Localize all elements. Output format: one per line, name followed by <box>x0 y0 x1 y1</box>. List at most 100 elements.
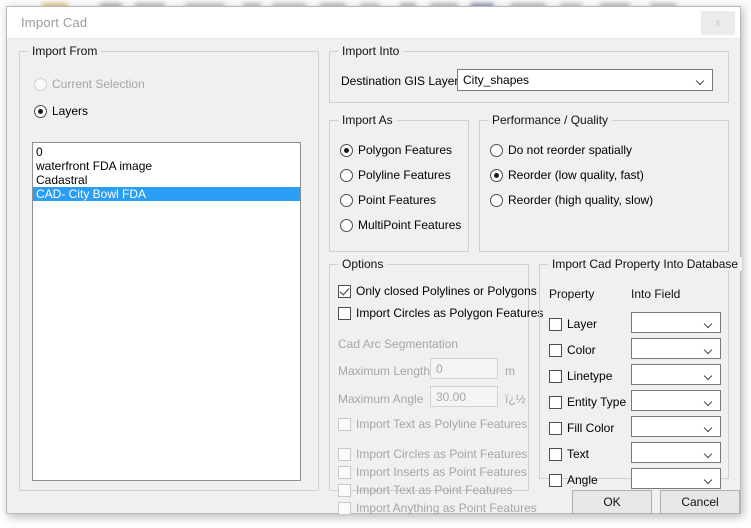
radio-label: Polyline Features <box>358 168 451 182</box>
import-as-group: Import As Polygon Features Polyline Feat… <box>329 113 469 252</box>
performance-quality-group: Performance / Quality Do not reorder spa… <box>479 113 729 252</box>
field-select-fill-color[interactable] <box>631 416 721 437</box>
dialog-titlebar: Import Cad x <box>7 7 740 39</box>
checkbox-icon <box>338 501 351 515</box>
property-label: Angle <box>567 473 598 487</box>
check-label: Import Circles as Polygon Features <box>356 306 544 320</box>
checkbox-icon <box>549 369 562 383</box>
checkbox-icon <box>549 421 562 435</box>
checkbox-icon <box>338 483 351 497</box>
radio-multipoint-features[interactable]: MultiPoint Features <box>340 218 461 232</box>
layers-listbox[interactable]: 0 waterfront FDA image Cadastral CAD- Ci… <box>32 142 301 481</box>
check-label: Only closed Polylines or Polygons <box>356 284 537 298</box>
chevron-down-icon <box>705 321 713 326</box>
property-label: Layer <box>567 317 598 331</box>
maximum-length-unit: m <box>505 364 515 378</box>
chevron-down-icon <box>705 347 713 352</box>
chevron-down-icon <box>705 477 713 482</box>
checkbox-icon <box>549 473 562 487</box>
cancel-button[interactable]: Cancel <box>660 490 740 514</box>
field-select-text[interactable] <box>631 442 721 463</box>
property-mapping-group: Import Cad Property Into Database Proper… <box>539 257 743 489</box>
checkbox-icon <box>338 284 351 298</box>
chevron-down-icon <box>705 399 713 404</box>
check-property-linetype[interactable]: Linetype <box>549 369 612 383</box>
radio-icon <box>490 168 503 182</box>
maximum-length-value: 0 <box>436 361 443 376</box>
radio-label: Layers <box>52 104 89 118</box>
checkbox-icon <box>549 343 562 357</box>
destination-gis-layer-select[interactable]: City_shapes <box>457 69 713 91</box>
check-label: Import Circles as Point Features <box>356 447 528 461</box>
options-group: Options Only closed Polylines or Polygon… <box>329 257 543 515</box>
cad-arc-segmentation-label: Cad Arc Segmentation <box>338 337 459 351</box>
import-cad-dialog: Import Cad x Import From Current Selecti… <box>6 6 743 515</box>
radio-icon <box>340 143 353 157</box>
check-property-layer[interactable]: Layer <box>549 317 597 331</box>
check-import-text-as-point: Import Text as Point Features <box>338 483 513 497</box>
check-import-inserts-as-point: Import Inserts as Point Features <box>338 465 527 479</box>
radio-polyline-features[interactable]: Polyline Features <box>340 168 451 182</box>
checkbox-icon <box>338 417 351 431</box>
check-label: Import Anything as Point Features <box>356 501 537 515</box>
check-property-fill-color[interactable]: Fill Color <box>549 421 614 435</box>
chevron-down-icon <box>705 373 713 378</box>
radio-no-reorder[interactable]: Do not reorder spatially <box>490 143 632 157</box>
radio-label: Reorder (low quality, fast) <box>508 168 644 182</box>
chevron-down-icon <box>705 425 713 430</box>
ok-button[interactable]: OK <box>572 490 652 514</box>
radio-icon <box>34 77 47 91</box>
radio-polygon-features[interactable]: Polygon Features <box>340 143 452 157</box>
checkbox-icon <box>549 317 562 331</box>
check-property-color[interactable]: Color <box>549 343 596 357</box>
maximum-angle-unit: ï¿½ <box>505 392 526 406</box>
radio-label: Polygon Features <box>358 143 453 157</box>
check-property-text[interactable]: Text <box>549 447 589 461</box>
radio-icon <box>490 193 503 207</box>
radio-current-selection: Current Selection <box>34 77 145 91</box>
column-header-into-field: Into Field <box>631 287 681 301</box>
list-item-selected[interactable]: CAD- City Bowl FDA <box>33 187 300 201</box>
list-item[interactable]: waterfront FDA image <box>33 159 300 173</box>
radio-label: Reorder (high quality, slow) <box>508 193 654 207</box>
check-property-entity-type[interactable]: Entity Type <box>549 395 626 409</box>
radio-label: Do not reorder spatially <box>508 143 633 157</box>
field-select-angle[interactable] <box>631 468 721 489</box>
check-label: Import Inserts as Point Features <box>356 465 527 479</box>
radio-layers[interactable]: Layers <box>34 104 88 118</box>
import-into-group: Import Into Destination GIS Layer City_s… <box>329 44 729 103</box>
field-select-color[interactable] <box>631 338 721 359</box>
list-item[interactable]: Cadastral <box>33 173 300 187</box>
maximum-angle-input: 30.00 <box>430 386 498 407</box>
radio-label: MultiPoint Features <box>358 218 462 232</box>
checkbox-icon <box>338 465 351 479</box>
check-property-angle[interactable]: Angle <box>549 473 598 487</box>
check-only-closed-polylines[interactable]: Only closed Polylines or Polygons <box>338 284 537 298</box>
dialog-title: Import Cad <box>21 15 88 30</box>
import-from-legend: Import From <box>28 44 102 58</box>
close-icon[interactable]: x <box>701 11 735 35</box>
property-label: Text <box>567 447 590 461</box>
radio-icon <box>34 104 47 118</box>
field-select-linetype[interactable] <box>631 364 721 385</box>
check-import-text-as-polyline: Import Text as Polyline Features <box>338 417 527 431</box>
destination-gis-layer-value: City_shapes <box>463 73 530 87</box>
maximum-angle-label: Maximum Angle <box>338 392 424 406</box>
import-into-legend: Import Into <box>338 44 404 58</box>
check-import-anything-as-point: Import Anything as Point Features <box>338 501 537 515</box>
list-item[interactable]: 0 <box>33 145 300 159</box>
radio-reorder-high-quality[interactable]: Reorder (high quality, slow) <box>490 193 653 207</box>
performance-quality-legend: Performance / Quality <box>488 113 613 127</box>
radio-label: Current Selection <box>52 77 145 91</box>
radio-point-features[interactable]: Point Features <box>340 193 436 207</box>
options-legend: Options <box>338 257 388 271</box>
column-header-property: Property <box>549 287 595 301</box>
import-as-legend: Import As <box>338 113 397 127</box>
import-from-group: Import From Current Selection Layers 0 w… <box>19 44 319 491</box>
radio-reorder-low-quality[interactable]: Reorder (low quality, fast) <box>490 168 644 182</box>
chevron-down-icon <box>705 451 713 456</box>
field-select-layer[interactable] <box>631 312 721 333</box>
check-import-circles-as-point: Import Circles as Point Features <box>338 447 527 461</box>
check-import-circles-as-polygon[interactable]: Import Circles as Polygon Features <box>338 306 543 320</box>
field-select-entity-type[interactable] <box>631 390 721 411</box>
